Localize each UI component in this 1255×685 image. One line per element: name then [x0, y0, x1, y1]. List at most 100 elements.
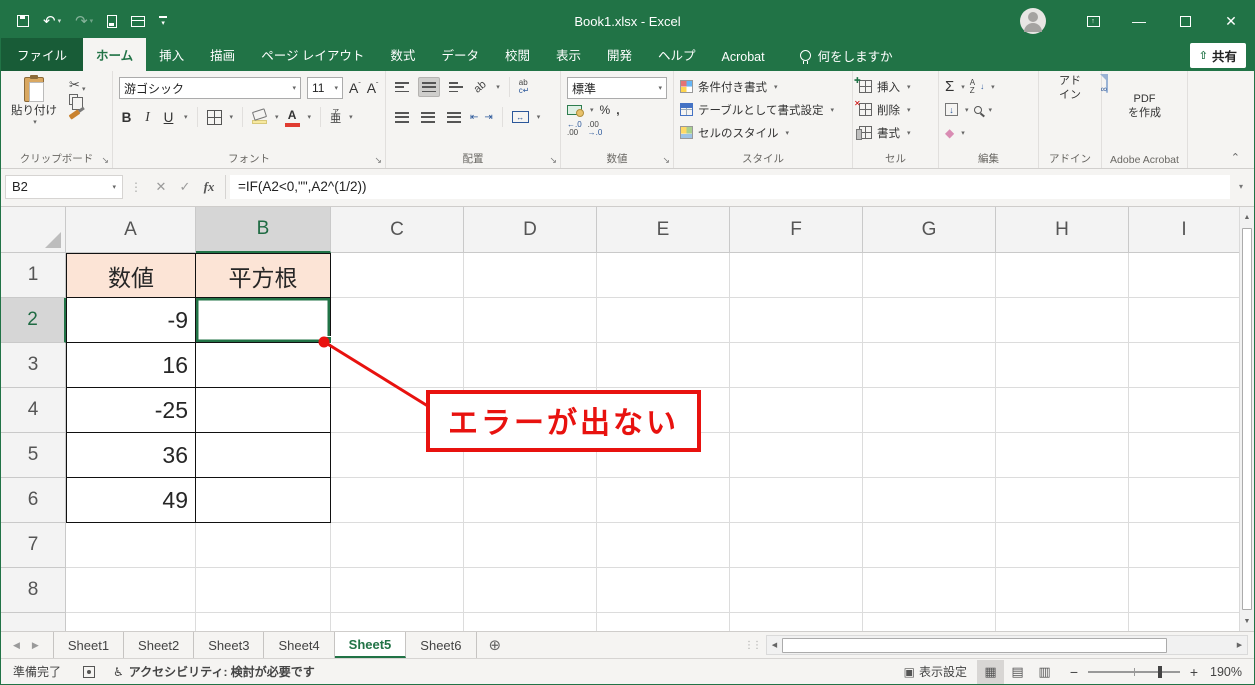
tab-insert[interactable]: 挿入	[146, 38, 197, 71]
tab-help[interactable]: ヘルプ	[645, 38, 709, 71]
tell-me-search[interactable]: 何をしますか	[799, 46, 893, 71]
percent-style-button[interactable]: %	[600, 103, 611, 117]
align-center-button[interactable]	[418, 108, 438, 126]
tab-review[interactable]: 校閲	[492, 38, 543, 71]
dialog-launcher-icon[interactable]: ↘	[662, 155, 670, 166]
font-name-select[interactable]: 游ゴシック ▾	[119, 77, 301, 99]
cell[interactable]	[996, 298, 1129, 343]
cell[interactable]	[730, 388, 863, 433]
cell[interactable]	[996, 343, 1129, 388]
cell-A4[interactable]: -25	[66, 388, 196, 433]
row-header-6[interactable]: 6	[1, 478, 66, 523]
cell[interactable]	[996, 613, 1129, 631]
cell[interactable]	[597, 478, 730, 523]
decrease-font-size-button[interactable]: Aˇ	[367, 80, 379, 96]
cell[interactable]	[1129, 343, 1239, 388]
select-all-corner[interactable]	[1, 207, 66, 253]
tab-scroll-splitter[interactable]: ⋮⋮	[744, 632, 766, 658]
cell[interactable]	[1129, 433, 1239, 478]
name-box[interactable]: B2 ▾	[5, 174, 123, 199]
cell[interactable]	[597, 613, 730, 631]
cell[interactable]	[863, 343, 996, 388]
enter-entry-button[interactable]: ✓	[173, 179, 197, 195]
scroll-down-icon[interactable]: ▼	[1240, 611, 1254, 631]
normal-view-button[interactable]: ▦	[977, 659, 1004, 684]
scroll-up-icon[interactable]: ▲	[1240, 207, 1254, 227]
redo-button[interactable]: ↷ ▾	[75, 14, 93, 29]
cell[interactable]	[196, 613, 331, 631]
cell[interactable]	[1129, 613, 1239, 631]
cell[interactable]	[464, 523, 597, 568]
cell-B5[interactable]	[196, 433, 331, 478]
cell[interactable]	[331, 523, 464, 568]
ready-status[interactable]: 準備完了	[1, 663, 73, 680]
phonetic-guide-button[interactable]: ア亜	[330, 109, 341, 125]
merge-center-button[interactable]: ↔	[511, 111, 529, 124]
col-header-C[interactable]: C	[331, 207, 464, 253]
cell[interactable]	[996, 523, 1129, 568]
sheet-nav-next-icon[interactable]: ▶	[32, 640, 39, 651]
cell-A3[interactable]: 16	[66, 343, 196, 388]
maximize-button[interactable]	[1162, 1, 1208, 41]
cell[interactable]	[331, 343, 464, 388]
create-pdf-button[interactable]: PDFを作成	[1106, 74, 1183, 121]
decrease-indent-button[interactable]: ⇤	[470, 112, 478, 123]
bottom-align-button[interactable]	[446, 78, 466, 96]
page-layout-view-button[interactable]: ▤	[1004, 660, 1031, 684]
cell[interactable]	[730, 433, 863, 478]
cell[interactable]	[1129, 523, 1239, 568]
cell[interactable]	[464, 253, 597, 298]
cell[interactable]	[597, 568, 730, 613]
cell[interactable]	[331, 478, 464, 523]
align-left-button[interactable]	[392, 108, 412, 126]
cell-A2[interactable]: -9	[66, 298, 196, 343]
col-header-H[interactable]: H	[996, 207, 1129, 253]
cell[interactable]	[331, 613, 464, 631]
dialog-launcher-icon[interactable]: ↘	[101, 155, 109, 166]
collapse-ribbon-button[interactable]: ⌃	[1217, 151, 1254, 168]
cell[interactable]	[66, 523, 196, 568]
orientation-button[interactable]: ab	[470, 77, 490, 97]
save-button[interactable]	[17, 15, 29, 27]
cell[interactable]	[66, 568, 196, 613]
cell-B6[interactable]	[196, 478, 331, 523]
cell-B1[interactable]: 平方根	[196, 253, 331, 298]
sheet-tab-sheet2[interactable]: Sheet2	[124, 632, 195, 658]
find-select-button[interactable]	[973, 105, 982, 114]
cell[interactable]	[1129, 568, 1239, 613]
col-header-B[interactable]: B	[196, 207, 331, 253]
row-header-1[interactable]: 1	[1, 253, 66, 298]
row-header-8[interactable]: 8	[1, 568, 66, 613]
form-button[interactable]	[131, 15, 146, 27]
cell[interactable]	[730, 523, 863, 568]
macro-record-icon[interactable]	[83, 665, 96, 678]
cell[interactable]	[996, 253, 1129, 298]
cell[interactable]	[331, 568, 464, 613]
cell[interactable]	[863, 478, 996, 523]
sheet-tab-sheet1[interactable]: Sheet1	[52, 632, 125, 658]
increase-indent-button[interactable]: ⇥	[484, 112, 492, 123]
tab-developer[interactable]: 開発	[594, 38, 645, 71]
account-avatar[interactable]	[1020, 8, 1046, 34]
scroll-right-icon[interactable]: ▶	[1232, 641, 1247, 649]
cell[interactable]	[1129, 298, 1239, 343]
tab-data[interactable]: データ	[428, 38, 492, 71]
cell[interactable]	[996, 568, 1129, 613]
row-header-7[interactable]: 7	[1, 523, 66, 568]
cell[interactable]	[196, 523, 331, 568]
decrease-decimal-button[interactable]: .00 →.0	[588, 120, 603, 138]
font-size-select[interactable]: 11 ▾	[307, 77, 343, 99]
cell[interactable]	[730, 478, 863, 523]
zoom-in-button[interactable]: +	[1188, 664, 1200, 680]
scroll-left-icon[interactable]: ◀	[767, 641, 782, 649]
bold-button[interactable]: B	[119, 110, 134, 125]
cell[interactable]	[996, 478, 1129, 523]
minimize-button[interactable]: —	[1116, 1, 1162, 41]
wrap-text-button[interactable]: ab c↵	[519, 78, 530, 96]
new-sheet-button[interactable]: ⊕	[477, 632, 514, 658]
cell[interactable]	[464, 478, 597, 523]
tab-view[interactable]: 表示	[543, 38, 594, 71]
col-header-D[interactable]: D	[464, 207, 597, 253]
cell[interactable]	[464, 568, 597, 613]
delete-cells-button[interactable]: 削除 ▾	[854, 98, 934, 121]
